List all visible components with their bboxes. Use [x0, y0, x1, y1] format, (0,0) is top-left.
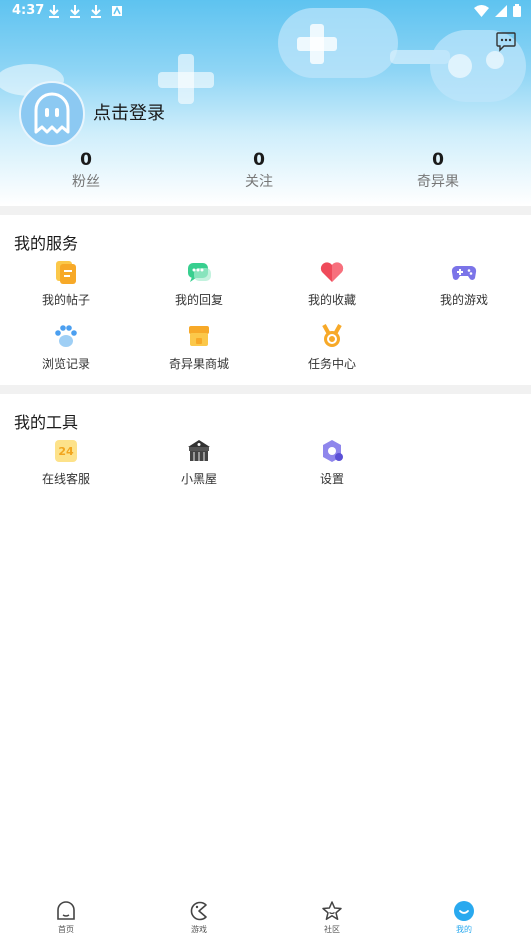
tool-online-service[interactable]: 24 在线客服 [0, 438, 132, 494]
stat-value: 0 [253, 150, 265, 170]
stat-label: 关注 [245, 174, 273, 190]
service-label: 我的帖子 [41, 293, 90, 307]
community-star-icon [322, 901, 342, 921]
tool-dark-house[interactable]: 小黑屋 [133, 438, 265, 494]
service-kiwi-store[interactable]: 奇异果商城 [133, 323, 265, 379]
services-title: 我的服务 [14, 234, 79, 253]
ghost-avatar-icon [34, 92, 70, 134]
service-label: 我的游戏 [439, 293, 488, 307]
nav-label: 我的 [456, 925, 472, 934]
store-notification-icon [112, 6, 122, 16]
stat-value: 0 [432, 150, 444, 170]
avatar[interactable] [19, 81, 85, 147]
nav-community[interactable]: 社区 [266, 900, 398, 935]
section-divider [0, 385, 531, 394]
paw-history-icon [55, 325, 77, 347]
nav-home[interactable]: 首页 [0, 900, 132, 935]
gamepad-icon [451, 265, 477, 280]
tool-label: 设置 [319, 472, 344, 486]
nav-games[interactable]: 游戏 [133, 900, 265, 935]
favorites-icon [320, 262, 344, 282]
home-icon [57, 901, 75, 920]
service-label: 浏览记录 [41, 357, 90, 371]
badge-24: 24 [58, 445, 74, 458]
medal-icon [322, 324, 342, 347]
service-my-favorites[interactable]: 我的收藏 [266, 259, 398, 315]
signal-icon [495, 4, 507, 17]
profile-smile-icon [454, 901, 474, 921]
bottom-nav: 首页 游戏 社区 我的 [0, 894, 531, 944]
customer-service-24-icon: 24 [55, 440, 77, 462]
nav-label: 社区 [324, 925, 340, 934]
service-my-posts[interactable]: 我的帖子 [0, 259, 132, 315]
dark-house-icon [188, 440, 210, 461]
service-label: 任务中心 [307, 357, 356, 371]
service-label: 我的回复 [174, 293, 223, 307]
stat-fans[interactable]: 0 粉丝 [26, 149, 146, 193]
service-label: 奇异果商城 [168, 357, 229, 371]
settings-icon [323, 440, 343, 462]
service-my-replies[interactable]: 我的回复 [133, 259, 265, 315]
system-icons [474, 4, 521, 17]
profile-stats: 0 粉丝 0 关注 0 奇异果 [0, 149, 531, 197]
nav-label: 首页 [58, 925, 74, 934]
login-link[interactable]: 点击登录 [93, 99, 165, 125]
posts-icon [56, 261, 76, 284]
tool-label: 小黑屋 [180, 472, 217, 486]
store-icon [189, 326, 209, 346]
download-icon [70, 5, 80, 18]
tool-label: 在线客服 [41, 472, 90, 486]
service-task-center[interactable]: 任务中心 [266, 323, 398, 379]
stat-following[interactable]: 0 关注 [199, 149, 319, 193]
service-label: 我的收藏 [307, 293, 356, 307]
service-browse-history[interactable]: 浏览记录 [0, 323, 132, 379]
tool-settings[interactable]: 设置 [266, 438, 398, 494]
replies-icon [188, 263, 211, 282]
nav-label: 游戏 [191, 925, 207, 934]
section-divider [0, 206, 531, 215]
games-icon [190, 901, 207, 921]
stat-label: 奇异果 [417, 174, 459, 190]
download-icon [49, 5, 59, 18]
wifi-icon [474, 4, 489, 17]
download-icon [91, 5, 101, 18]
stat-value: 0 [80, 150, 92, 170]
message-icon[interactable] [495, 30, 517, 52]
status-bar: 4:37 [0, 0, 531, 24]
status-time: 4:37 [12, 3, 45, 18]
notification-icons [48, 4, 123, 18]
battery-icon [513, 4, 521, 17]
stat-label: 粉丝 [72, 174, 100, 190]
tools-title: 我的工具 [14, 413, 79, 432]
service-my-games[interactable]: 我的游戏 [398, 259, 530, 315]
nav-profile[interactable]: 我的 [398, 900, 530, 935]
stat-kiwi[interactable]: 0 奇异果 [378, 149, 498, 193]
